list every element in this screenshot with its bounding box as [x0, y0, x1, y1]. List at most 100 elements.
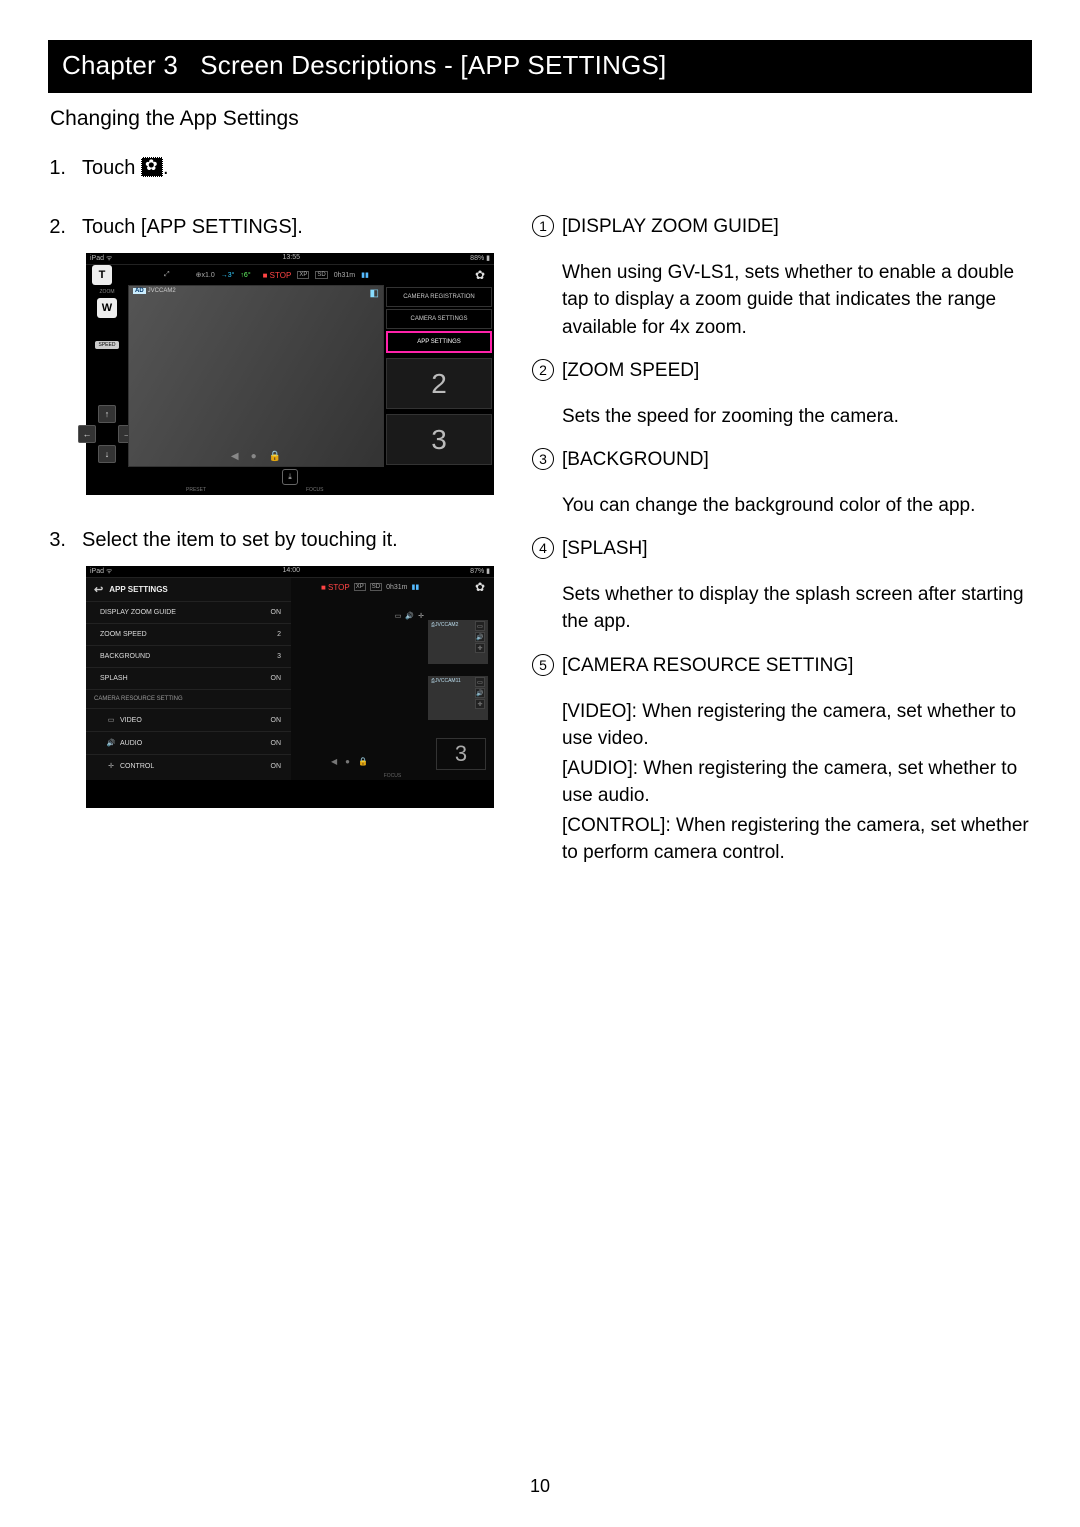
def-num-3: 3	[532, 448, 554, 470]
chapter-title: Screen Descriptions - [APP SETTINGS]	[200, 50, 666, 80]
status-batt: 87% ▮	[470, 567, 490, 576]
prev-icon[interactable]: ◀	[331, 757, 337, 766]
def-desc: Sets the speed for zooming the camera.	[562, 403, 1032, 431]
row-splash[interactable]: SPLASH ON	[86, 667, 291, 689]
screenshot-app-settings-menu: iPad ᯤ 13:55 88% ▮ T ⤢ ⊕x1.0 →3° ↑6° ■ S…	[86, 253, 494, 495]
step-2: 2. Touch [APP SETTINGS].	[48, 216, 496, 239]
rec-time: 0h31m	[334, 272, 355, 279]
screenshot-app-settings-list: iPad ᯤ 14:00 87% ▮ ↩ APP SETTINGS DISPLA…	[86, 566, 494, 808]
menu-camera-settings[interactable]: CAMERA SETTINGS	[386, 309, 492, 329]
def-num-4: 4	[532, 537, 554, 559]
settings-gear-icon[interactable]: ✿	[475, 268, 488, 282]
live-view[interactable]: ADJVCCAM2 ◧ ◀ ● 🔒	[128, 285, 384, 467]
video-mini-icon: ▭	[395, 612, 402, 620]
prev-icon[interactable]: ◀	[231, 451, 239, 462]
def-display-zoom-guide: 1 [DISPLAY ZOOM GUIDE]	[532, 213, 1032, 241]
lock-icon[interactable]: 🔒	[358, 757, 368, 766]
def-desc-video: [VIDEO]: When registering the camera, se…	[562, 698, 1032, 753]
tilt-value: ↑6°	[240, 272, 250, 279]
step-text: Select the item to set by touching it.	[82, 529, 496, 552]
expand-icon[interactable]: ⤢	[164, 271, 170, 279]
row-video[interactable]: ▭VIDEO ON	[86, 708, 291, 731]
row-audio[interactable]: 🔊AUDIO ON	[86, 731, 291, 754]
def-num-1: 1	[532, 215, 554, 237]
slot-3[interactable]: 3	[436, 738, 486, 770]
def-label: [DISPLAY ZOOM GUIDE]	[562, 216, 779, 237]
row-background[interactable]: BACKGROUND 3	[86, 645, 291, 667]
settings-gear-icon[interactable]: ✿	[475, 580, 488, 594]
def-num-5: 5	[532, 654, 554, 676]
status-left: iPad ᯤ	[90, 254, 112, 263]
download-icon[interactable]: ⤓	[282, 469, 298, 485]
def-label: [ZOOM SPEED]	[562, 360, 699, 381]
battery-icon: ▮▮	[361, 271, 369, 279]
flag-icon[interactable]: ◧	[370, 288, 379, 299]
list-header: APP SETTINGS	[109, 585, 168, 594]
def-label: [SPLASH]	[562, 538, 648, 559]
thumb-audio-icon: 🔊	[475, 688, 485, 698]
chapter-label: Chapter 3	[62, 50, 178, 80]
def-zoom-speed: 2 [ZOOM SPEED]	[532, 357, 1032, 385]
step-text: Touch	[82, 157, 141, 179]
step-num: 2.	[48, 216, 82, 239]
battery-icon: ▮▮	[411, 583, 419, 591]
playback-controls: ◀ ● 🔒	[331, 757, 368, 766]
step-text-end: .	[163, 157, 169, 179]
thumb-video-icon: ▭	[475, 621, 485, 631]
gear-icon	[141, 157, 163, 177]
zoom-tele-button[interactable]: T	[92, 265, 112, 285]
rec-icon[interactable]: ●	[251, 451, 257, 462]
control-mini-icon: ✛	[418, 612, 424, 620]
thumb-cam2[interactable]: ⎙JVCCAM2 ▭🔊✛	[428, 620, 488, 664]
menu-app-settings[interactable]: APP SETTINGS	[386, 331, 492, 353]
lock-icon[interactable]: 🔒	[269, 451, 281, 462]
row-control[interactable]: ✛CONTROL ON	[86, 754, 291, 777]
menu-camera-registration[interactable]: CAMERA REGISTRATION	[386, 287, 492, 307]
thumb-video-icon: ▭	[475, 677, 485, 687]
pan-value: →3°	[221, 272, 235, 279]
zoom-label: ZOOM	[100, 289, 115, 295]
def-desc: Sets whether to display the splash scree…	[562, 581, 1032, 636]
def-desc: When using GV-LS1, sets whether to enabl…	[562, 259, 1032, 342]
row-display-zoom-guide[interactable]: DISPLAY ZOOM GUIDE ON	[86, 601, 291, 623]
video-icon: ▭	[106, 716, 116, 724]
dpad-left[interactable]: ←	[78, 425, 96, 443]
status-time: 13:55	[283, 254, 301, 263]
def-num-2: 2	[532, 359, 554, 381]
sd-badge: SD	[315, 271, 327, 279]
def-label: [CAMERA RESOURCE SETTING]	[562, 655, 853, 676]
top-strip: T ⤢ ⊕x1.0 →3° ↑6° ■ STOP XP SD 0h31m ▮▮ …	[86, 265, 494, 285]
def-camera-resource: 5 [CAMERA RESOURCE SETTING]	[532, 652, 1032, 680]
thumb-ctrl-icon: ✛	[475, 699, 485, 709]
status-bar: iPad ᯤ 14:00 87% ▮	[86, 566, 494, 578]
camera-tag: ADJVCCAM2	[133, 288, 176, 294]
xp-badge: XP	[354, 583, 366, 591]
back-icon[interactable]: ↩	[94, 583, 103, 596]
stop-indicator: ■ STOP	[321, 583, 350, 592]
slot-3[interactable]: 3	[386, 414, 492, 465]
rec-time: 0h31m	[386, 584, 407, 591]
status-left: iPad ᯤ	[90, 567, 112, 576]
sd-badge: SD	[370, 583, 382, 591]
mini-icons: ▭ 🔊 ✛	[395, 612, 424, 620]
focus-label: FOCUS	[384, 773, 402, 779]
row-zoom-speed[interactable]: ZOOM SPEED 2	[86, 623, 291, 645]
zoom-wide-button[interactable]: W	[97, 298, 117, 318]
def-desc: You can change the background color of t…	[562, 492, 1032, 520]
rec-icon[interactable]: ●	[345, 757, 350, 766]
control-icon: ✛	[106, 762, 116, 770]
dpad-down[interactable]: ↓	[98, 445, 116, 463]
thumb-ctrl-icon: ✛	[475, 643, 485, 653]
step-3: 3. Select the item to set by touching it…	[48, 529, 496, 552]
status-bar: iPad ᯤ 13:55 88% ▮	[86, 253, 494, 265]
speed-chip[interactable]: SPEED	[95, 341, 120, 349]
section-camera-resource: CAMERA RESOURCE SETTING	[86, 689, 291, 708]
dpad-up[interactable]: ↑	[98, 405, 116, 423]
thumb-cam11[interactable]: ⎙JVCCAM11 ▭🔊✛	[428, 676, 488, 720]
slot-2[interactable]: 2	[386, 358, 492, 409]
step-text: Touch [APP SETTINGS].	[82, 216, 496, 239]
status-time: 14:00	[283, 567, 301, 576]
thumb-audio-icon: 🔊	[475, 632, 485, 642]
playback-controls: ◀ ● 🔒	[231, 451, 281, 462]
status-batt: 88% ▮	[470, 254, 490, 263]
